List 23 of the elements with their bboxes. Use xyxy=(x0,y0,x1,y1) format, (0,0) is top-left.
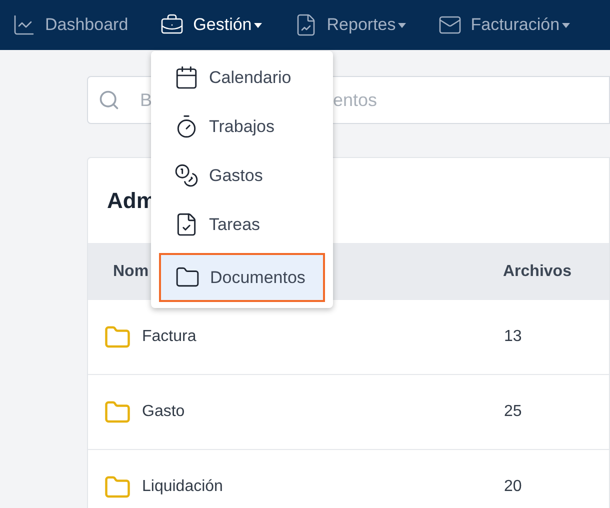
folder-icon xyxy=(104,324,131,350)
table-cell-text: 20 xyxy=(504,477,522,497)
search-icon xyxy=(98,89,120,111)
menu-item[interactable]: Gastos xyxy=(151,151,333,200)
menu-item[interactable]: Documentos xyxy=(159,253,325,302)
nav-link[interactable]: Gestión xyxy=(160,12,262,38)
coins-icon xyxy=(174,163,199,188)
nav-link[interactable]: Reportes xyxy=(294,12,406,38)
nav-link[interactable]: Dashboard xyxy=(12,12,128,38)
menu-item[interactable]: Tareas xyxy=(151,200,333,249)
folder-icon xyxy=(104,474,131,500)
folder-icon xyxy=(104,398,131,426)
nav-link[interactable]: Facturación xyxy=(438,12,570,38)
column-header: Archivos xyxy=(503,262,572,282)
table-cell-text: Factura xyxy=(142,327,198,347)
table-cell-text: Gasto xyxy=(142,402,186,422)
table-cell-text: 25 xyxy=(504,402,522,422)
column-header: Nom xyxy=(113,262,149,280)
table-cell-text: Liquidación xyxy=(142,477,224,497)
placeholder-text: entos xyxy=(333,88,378,112)
line-chart-icon xyxy=(12,13,36,37)
calendar-icon xyxy=(174,65,199,90)
table-cell-text: 13 xyxy=(504,327,522,347)
